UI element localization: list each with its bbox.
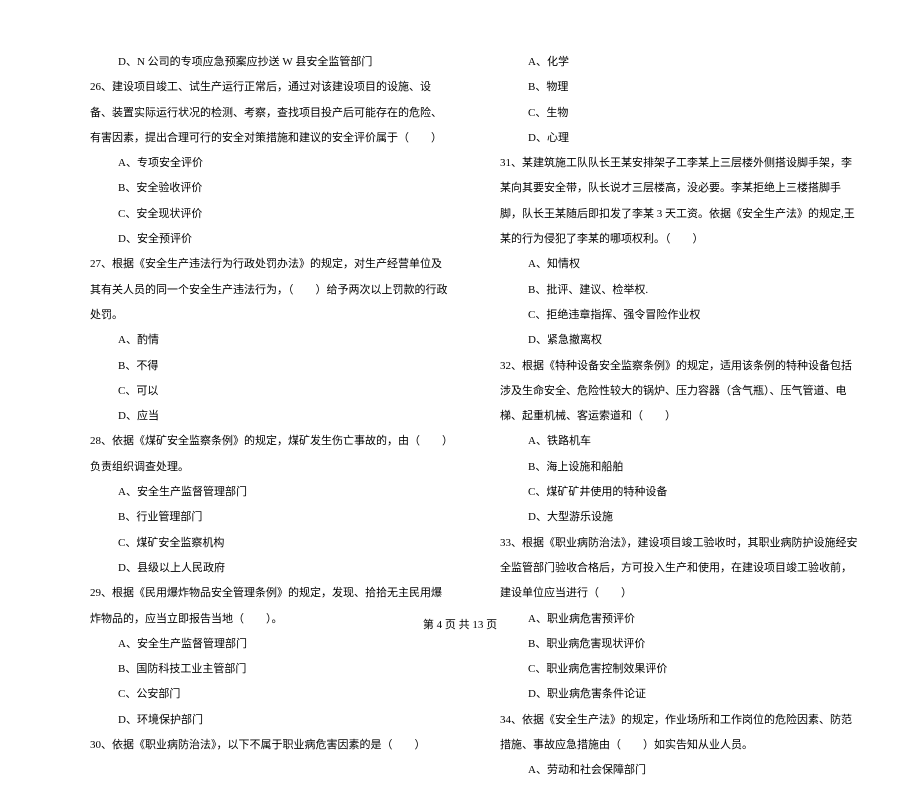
option-28b: B、行业管理部门 — [90, 505, 450, 530]
option-32a: A、铁路机车 — [500, 429, 860, 454]
option-32b: B、海上设施和船舶 — [500, 455, 860, 480]
question-27: 27、根据《安全生产违法行为行政处罚办法》的规定，对生产经营单位及其有关人员的同… — [90, 258, 448, 321]
option-27b: B、不得 — [90, 354, 450, 379]
option-33c: C、职业病危害控制效果评价 — [500, 657, 860, 682]
option-28a: A、安全生产监督管理部门 — [90, 480, 450, 505]
option-33d: D、职业病危害条件论证 — [500, 682, 860, 707]
option-26c: C、安全现状评价 — [90, 202, 450, 227]
question-28: 28、依据《煤矿安全监察条例》的规定，煤矿发生伤亡事故的，由（ ）负责组织调查处… — [90, 435, 448, 472]
option-25d: D、N 公司的专项应急预案应抄送 W 县安全监管部门 — [90, 50, 450, 75]
option-30c: C、生物 — [500, 101, 860, 126]
option-26a: A、专项安全评价 — [90, 151, 450, 176]
question-34: 34、依据《安全生产法》的规定，作业场所和工作岗位的危险因素、防范措施、事故应急… — [500, 714, 852, 751]
option-27c: C、可以 — [90, 379, 450, 404]
question-31: 31、某建筑施工队队长王某安排架子工李某上三层楼外侧搭设脚手架，李某向其要安全带… — [500, 157, 855, 245]
option-30a: A、化学 — [500, 50, 860, 75]
option-30d: D、心理 — [500, 126, 860, 151]
page-content: D、N 公司的专项应急预案应抄送 W 县安全监管部门 26、建设项目竣工、试生产… — [0, 0, 920, 804]
question-26: 26、建设项目竣工、试生产运行正常后，通过对该建设项目的设施、设备、装置实际运行… — [90, 81, 442, 144]
option-30b: B、物理 — [500, 75, 860, 100]
option-31b: B、批评、建议、检举权. — [500, 278, 860, 303]
question-30: 30、依据《职业病防治法》，以下不属于职业病危害因素的是（ ） — [90, 739, 426, 751]
option-31d: D、紧急撤离权 — [500, 328, 860, 353]
option-28d: D、县级以上人民政府 — [90, 556, 450, 581]
option-31c: C、拒绝违章指挥、强令冒险作业权 — [500, 303, 860, 328]
option-32c: C、煤矿矿井使用的特种设备 — [500, 480, 860, 505]
option-29c: C、公安部门 — [90, 682, 450, 707]
option-28c: C、煤矿安全监察机构 — [90, 531, 450, 556]
option-27a: A、酌情 — [90, 328, 450, 353]
option-34a: A、劳动和社会保障部门 — [500, 758, 860, 783]
question-32: 32、根据《特种设备安全监察条例》的规定，适用该条例的特种设备包括涉及生命安全、… — [500, 360, 852, 423]
page-footer: 第 4 页 共 13 页 — [0, 616, 920, 632]
option-29d: D、环境保护部门 — [90, 708, 450, 733]
option-26d: D、安全预评价 — [90, 227, 450, 252]
right-column: A、化学 B、物理 C、生物 D、心理 31、某建筑施工队队长王某安排架子工李某… — [500, 50, 860, 784]
option-31a: A、知情权 — [500, 252, 860, 277]
option-33b: B、职业病危害现状评价 — [500, 632, 860, 657]
option-27d: D、应当 — [90, 404, 450, 429]
option-29a: A、安全生产监督管理部门 — [90, 632, 450, 657]
question-33: 33、根据《职业病防治法》，建设项目竣工验收时，其职业病防护设施经安全监管部门验… — [500, 537, 858, 600]
option-26b: B、安全验收评价 — [90, 176, 450, 201]
option-29b: B、国防科技工业主管部门 — [90, 657, 450, 682]
left-column: D、N 公司的专项应急预案应抄送 W 县安全监管部门 26、建设项目竣工、试生产… — [90, 50, 450, 784]
option-32d: D、大型游乐设施 — [500, 505, 860, 530]
